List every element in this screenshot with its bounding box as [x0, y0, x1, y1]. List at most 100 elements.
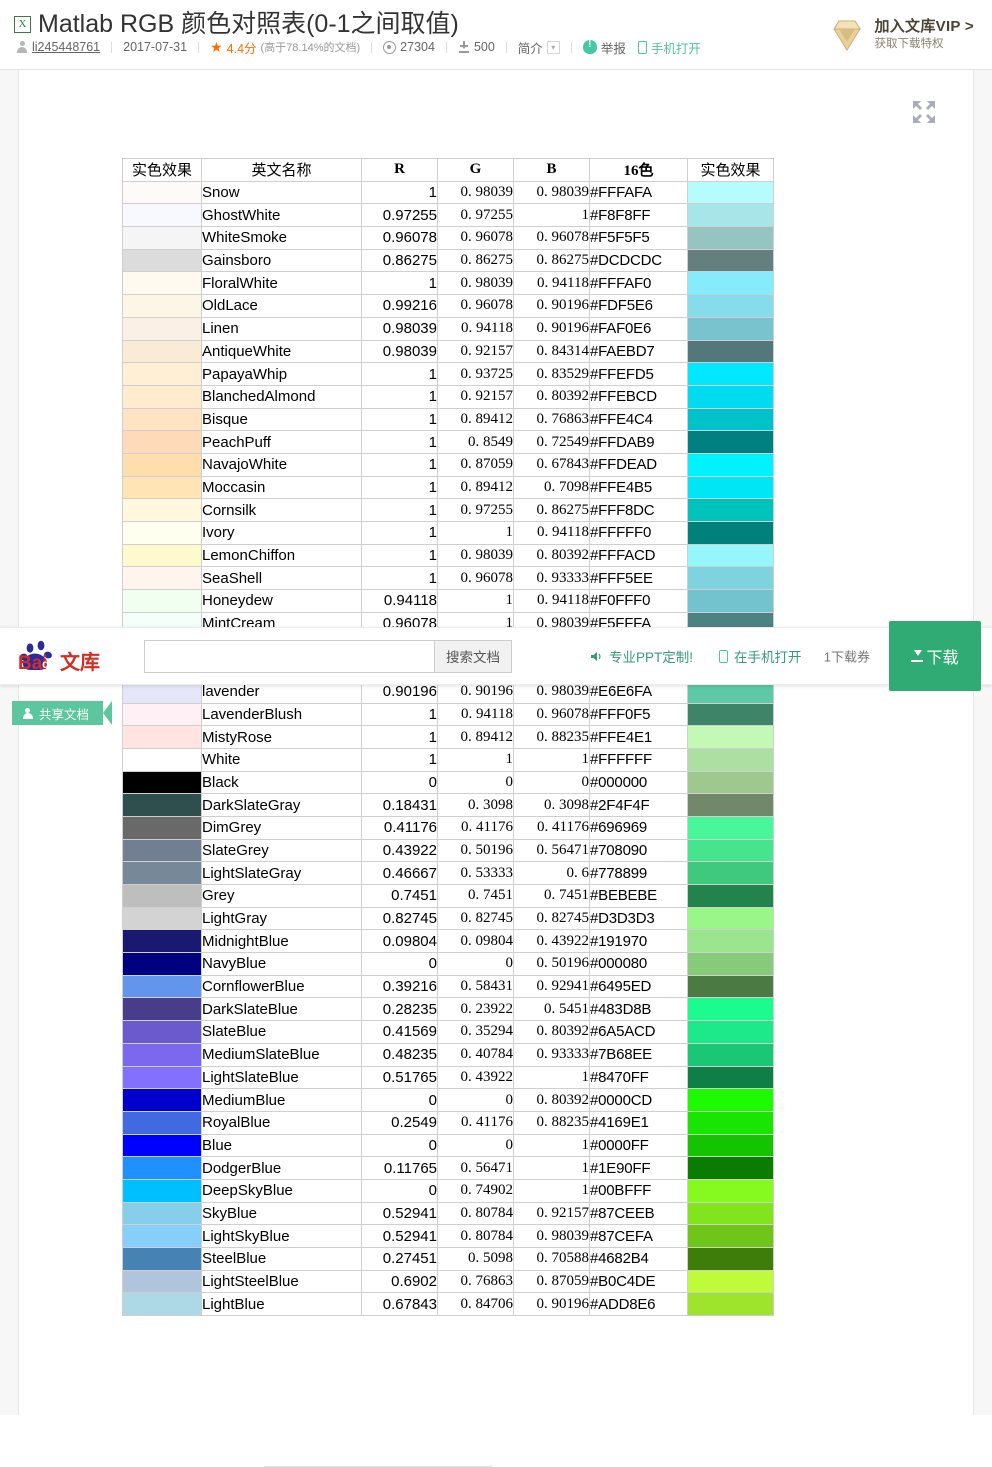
color-swatch-right	[687, 1065, 774, 1090]
uploader-link[interactable]: li245448761	[32, 40, 100, 54]
download-icon	[458, 41, 470, 53]
g-value-cell: 0. 97255	[437, 498, 514, 522]
b-value-cell: 0. 80392	[513, 1088, 590, 1112]
table-row: LightSlateBlue 0.51765 0. 43922 1 #8470FF	[122, 1065, 774, 1090]
table-row: DeepSkyBlue 0 0. 74902 1 #00BFFF	[122, 1178, 774, 1203]
table-row: PeachPuff 1 0. 8549 0. 72549 #FFDAB9	[122, 430, 774, 454]
r-value-cell: 0.43922	[361, 838, 438, 863]
g-value-cell: 0. 53333	[437, 861, 514, 885]
download-button[interactable]: 下载	[889, 621, 981, 691]
hex-value-cell: #191970	[589, 929, 688, 954]
color-swatch-right	[687, 294, 774, 318]
table-row: NavyBlue 0 0 0. 50196 #000080	[122, 952, 774, 976]
hex-value-cell: #FFE4C4	[589, 407, 688, 432]
hex-value-cell: #0000FF	[589, 1133, 688, 1158]
g-value-cell: 0. 35294	[437, 1020, 514, 1044]
color-swatch-left	[122, 475, 202, 500]
table-row: DodgerBlue 0.11765 0. 56471 1 #1E90FF	[122, 1156, 774, 1180]
color-swatch-left	[122, 1224, 202, 1248]
g-value-cell: 0. 8549	[437, 430, 514, 454]
r-value-cell: 0.96078	[361, 226, 438, 250]
chevron-down-icon[interactable]: ▾	[546, 40, 560, 54]
color-swatch-left	[122, 1178, 202, 1203]
column-header-b: B	[513, 158, 590, 182]
table-row: SteelBlue 0.27451 0. 5098 0. 70588 #4682B4	[122, 1247, 774, 1271]
report-button[interactable]: 举报	[582, 38, 626, 57]
hex-value-cell: #D3D3D3	[589, 906, 688, 931]
fullscreen-icon[interactable]	[910, 98, 938, 126]
g-value-cell: 0. 98039	[437, 180, 514, 205]
g-value-cell: 0. 89412	[437, 725, 514, 749]
rating: ★ 4.4分 (高于78.14%的文档)	[210, 38, 360, 57]
r-value-cell: 0.41569	[361, 1020, 438, 1044]
hex-value-cell: #778899	[589, 861, 688, 885]
b-value-cell: 0. 93333	[513, 1042, 590, 1067]
uploader-info: li245448761	[16, 40, 100, 54]
baidu-wenku-toolbar: Bai du 文库 搜索文档 专业PPT定制! 在手机打开 1下载券 下载	[0, 621, 992, 691]
color-name-cell: Moccasin	[201, 475, 362, 500]
table-row: LightSkyBlue 0.52941 0. 80784 0. 98039 #87CE…	[122, 1224, 774, 1248]
hex-value-cell: #1E90FF	[589, 1156, 688, 1180]
b-value-cell: 0. 90196	[513, 316, 590, 341]
color-name-cell: MistyRose	[201, 725, 362, 749]
search-input[interactable]	[144, 639, 434, 673]
b-value-cell: 0. 82745	[513, 906, 590, 931]
color-swatch-right	[687, 407, 774, 432]
table-row: DarkSlateBlue 0.28235 0. 23922 0. 5451 #483D…	[122, 997, 774, 1022]
svg-text:文库: 文库	[60, 650, 100, 673]
join-vip-button[interactable]: 加入文库VIP > 获取下载特权	[830, 13, 974, 57]
page-header: X Matlab RGB 颜色对照表(0-1之间取值) li245448761 …	[0, 0, 992, 70]
color-swatch-right	[687, 430, 774, 454]
r-value-cell: 1	[361, 702, 438, 727]
color-swatch-left	[122, 1065, 202, 1090]
color-swatch-right	[687, 838, 774, 863]
color-name-cell: LightSkyBlue	[201, 1224, 362, 1248]
table-row: WhiteSmoke 0.96078 0. 96078 0. 96078 #F5F5F5	[122, 226, 774, 250]
r-value-cell: 1	[361, 407, 438, 432]
color-swatch-right	[687, 974, 774, 999]
column-header-swatch-left: 实色效果	[122, 158, 202, 182]
table-row: LightSlateGray 0.46667 0. 53333 0. 6 #778899	[122, 861, 774, 885]
open-in-mobile-button[interactable]: 手机打开	[637, 38, 701, 57]
color-name-cell: SteelBlue	[201, 1247, 362, 1271]
table-row: Black 0 0 0 #000000	[122, 770, 774, 795]
b-value-cell: 0. 87059	[513, 1269, 590, 1294]
g-value-cell: 0. 96078	[437, 294, 514, 318]
color-swatch-right	[687, 725, 774, 749]
color-swatch-right	[687, 1224, 774, 1248]
intro-toggle[interactable]: 简介 ▾	[518, 38, 560, 57]
b-value-cell: 0. 94118	[513, 271, 590, 296]
baidu-wenku-logo[interactable]: Bai du 文库	[16, 639, 132, 673]
b-value-cell: 0. 90196	[513, 294, 590, 318]
b-value-cell: 1	[513, 203, 590, 228]
rating-value: 4.4分	[226, 41, 257, 56]
share-document-tab[interactable]: 共享文档	[12, 701, 112, 725]
download-count-value: 500	[473, 40, 495, 54]
table-row: Moccasin 1 0. 89412 0. 7098 #FFE4B5	[122, 475, 774, 500]
hex-value-cell: #FFF8DC	[589, 498, 688, 522]
table-row: Ivory 1 1 0. 94118 #FFFFF0	[122, 521, 774, 545]
color-swatch-right	[687, 1020, 774, 1044]
b-value-cell: 0. 7451	[513, 884, 590, 908]
vip-title: 加入文库VIP >	[874, 18, 974, 36]
search-button[interactable]: 搜索文档	[434, 639, 512, 673]
color-name-cell: WhiteSmoke	[201, 226, 362, 250]
color-swatch-right	[687, 203, 774, 228]
hex-value-cell: #FFFAFA	[589, 180, 688, 205]
mobile-link-label: 在手机打开	[734, 650, 802, 665]
color-name-cell: Linen	[201, 316, 362, 341]
b-value-cell: 0. 94118	[513, 589, 590, 613]
g-value-cell: 0. 89412	[437, 475, 514, 500]
hex-value-cell: #8470FF	[589, 1065, 688, 1090]
open-in-mobile-link[interactable]: 在手机打开	[719, 646, 802, 666]
color-swatch-left	[122, 1110, 202, 1135]
color-swatch-right	[687, 226, 774, 250]
r-value-cell: 0.2549	[361, 1110, 438, 1135]
ppt-customization-link[interactable]: 专业PPT定制!	[590, 646, 693, 666]
r-value-cell: 1	[361, 362, 438, 386]
color-swatch-left	[122, 1020, 202, 1044]
color-swatch-right	[687, 384, 774, 409]
color-swatch-left	[122, 543, 202, 568]
r-value-cell: 1	[361, 180, 438, 205]
color-swatch-right	[687, 1133, 774, 1158]
